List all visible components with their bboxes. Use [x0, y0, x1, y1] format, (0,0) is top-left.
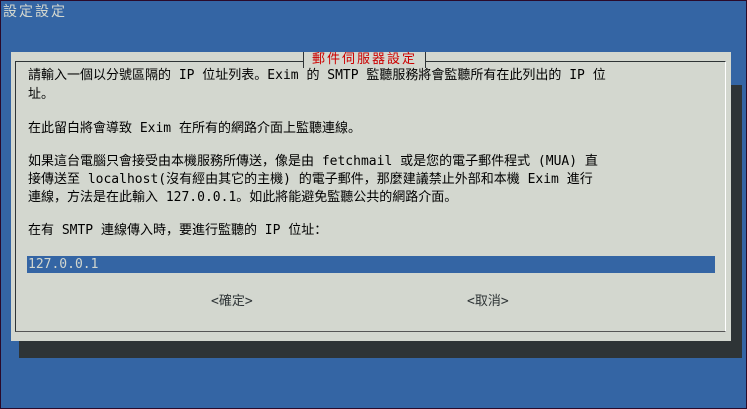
description-line: 請輸入一個以分號區隔的 IP 位址列表。Exim 的 SMTP 監聽服務將會監聽… — [28, 68, 606, 83]
dialog-title: 郵件伺服器設定 — [303, 52, 427, 68]
description-line: 址。 — [28, 87, 55, 102]
ip-address-input[interactable]: 127.0.0.1 — [27, 256, 715, 273]
description-line: 連線，方法是在此輸入 127.0.0.1。如此將能避免監聽公共的網路介面。 — [28, 190, 458, 205]
cancel-button[interactable]: <取消> — [467, 290, 509, 309]
backtitle: 設定設定 — [3, 4, 67, 20]
description-line: 如果這台電腦只會接受由本機服務所傳送，像是由 fetchmail 或是您的電子郵… — [28, 154, 598, 169]
description-line: 在此留白將會導致 Exim 在所有的網路介面上監聽連線。 — [28, 121, 361, 136]
dialog: 郵件伺服器設定 請輸入一個以分號區隔的 IP 位址列表。Exim 的 SMTP … — [11, 52, 731, 341]
ip-address-value: 127.0.0.1 — [28, 257, 99, 272]
ok-button[interactable]: <確定> — [211, 290, 253, 309]
input-prompt: 在有 SMTP 連線傳入時，要進行監聽的 IP 位址： — [28, 223, 328, 238]
description-line: 接傳送至 localhost(沒有經由其它的主機) 的電子郵件，那麼建議禁止外部… — [28, 172, 593, 187]
